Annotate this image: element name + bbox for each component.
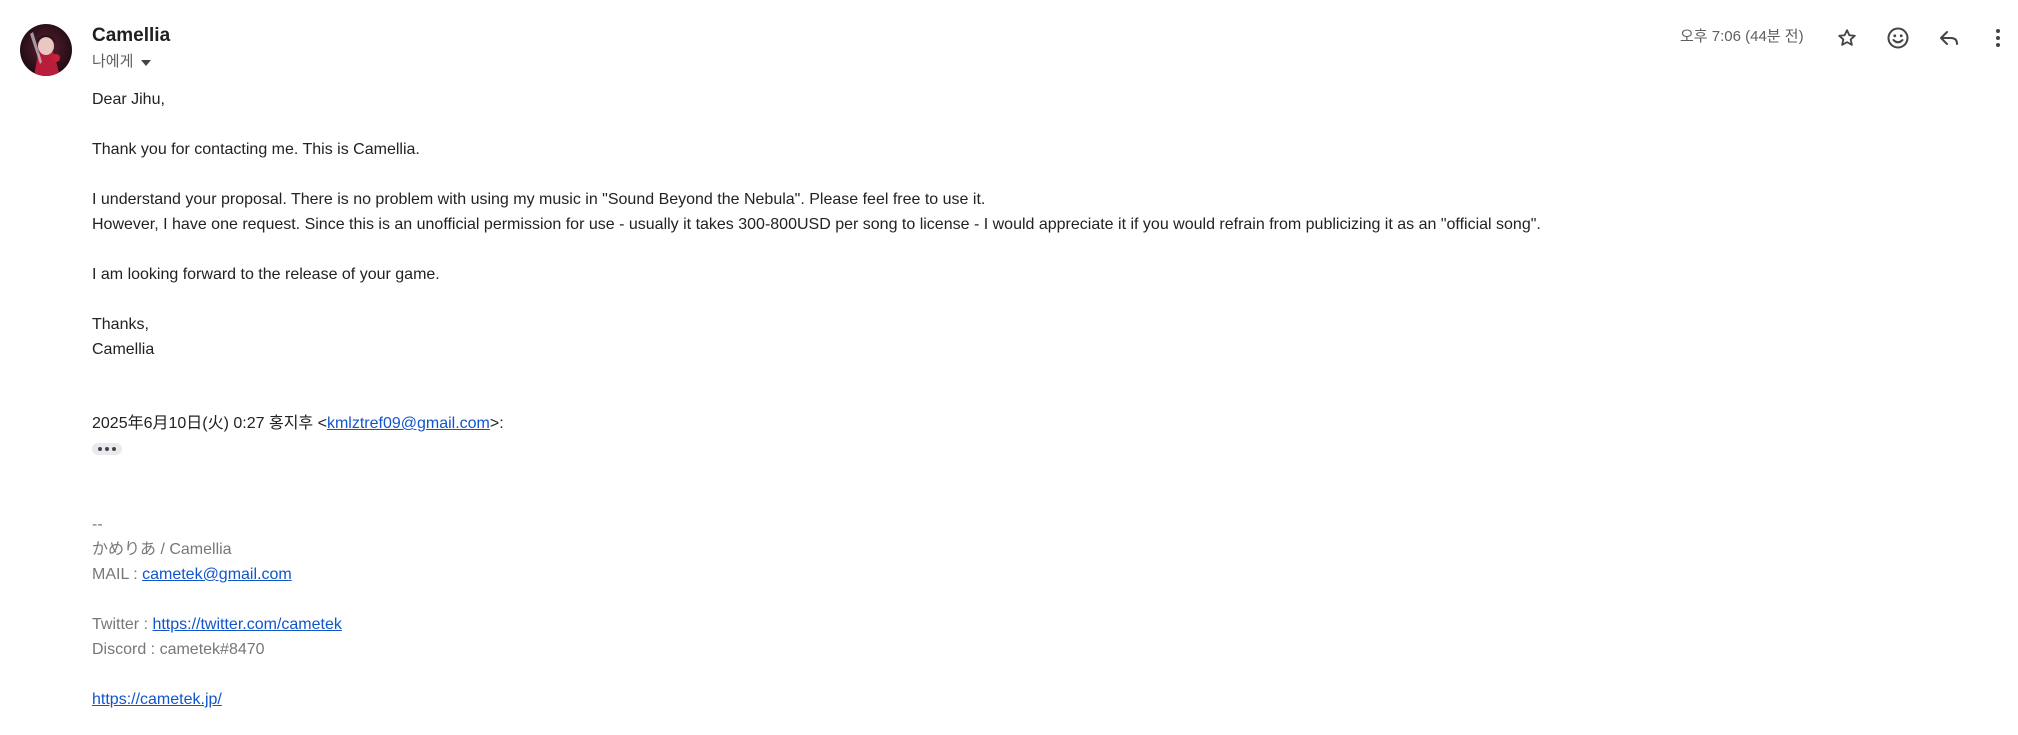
body-paragraph-3: I am looking forward to the release of y…	[92, 266, 440, 283]
sender-name[interactable]: Camellia	[92, 24, 170, 48]
greeting-line: Dear Jihu,	[92, 91, 165, 108]
signature-twitter-line: Twitter : https://twitter.com/cametek	[92, 612, 342, 637]
show-trimmed-content-button[interactable]	[92, 443, 122, 455]
quoted-message-header: 2025年6月10日(火) 0:27 홍지후 <kmlztref09@gmail…	[92, 411, 504, 436]
chevron-down-icon	[141, 60, 152, 66]
message-timestamp: 오후 7:06 (44분 전)	[1680, 28, 1804, 45]
message-body: Dear Jihu, Thank you for contacting me. …	[92, 87, 1972, 362]
signature-mail-link[interactable]: cametek@gmail.com	[142, 566, 292, 583]
body-paragraph-2-line-2: However, I have one request. Since this …	[92, 216, 1541, 233]
signature-mail-label: MAIL :	[92, 566, 143, 583]
quote-prefix: 2025年6月10日(火) 0:27 홍지후 <	[92, 415, 327, 432]
body-paragraph-2-line-1: I understand your proposal. There is no …	[92, 191, 986, 208]
quoted-sender-email-link[interactable]: kmlztref09@gmail.com	[327, 415, 490, 432]
emoji-icon	[1887, 27, 1909, 49]
signature-mail-line: MAIL : cametek@gmail.com	[92, 562, 342, 587]
signature-twitter-link[interactable]: https://twitter.com/cametek	[152, 616, 341, 633]
sign-off-name: Camellia	[92, 341, 155, 358]
signature-name: かめりあ / Camellia	[92, 541, 232, 558]
recipient-label: 나에게	[92, 53, 134, 70]
signature-twitter-label: Twitter :	[92, 616, 153, 633]
recipient-dropdown[interactable]: 나에게	[92, 52, 152, 72]
dot-icon	[98, 447, 102, 451]
dot-icon	[105, 447, 109, 451]
star-button[interactable]	[1831, 22, 1863, 54]
closing-line: Thanks,	[92, 316, 149, 333]
signature-website-link[interactable]: https://cametek.jp/	[92, 691, 222, 708]
body-paragraph-1: Thank you for contacting me. This is Cam…	[92, 141, 420, 158]
reply-button[interactable]	[1933, 22, 1965, 54]
signature-block: -- かめりあ / Camellia MAIL : cametek@gmail.…	[92, 512, 342, 712]
reply-icon	[1940, 31, 1958, 45]
quote-suffix: >:	[489, 415, 504, 432]
star-icon	[1838, 29, 1856, 46]
avatar-image	[20, 24, 72, 76]
more-vert-icon	[1996, 29, 2000, 47]
signature-discord-line: Discord : cametek#8470	[92, 641, 265, 658]
dot-icon	[112, 447, 116, 451]
signature-website-line: https://cametek.jp/	[92, 687, 342, 712]
more-options-button[interactable]	[1982, 22, 2014, 54]
sender-avatar[interactable]	[20, 24, 72, 76]
emoji-reaction-button[interactable]	[1882, 22, 1914, 54]
signature-separator: --	[92, 516, 103, 533]
